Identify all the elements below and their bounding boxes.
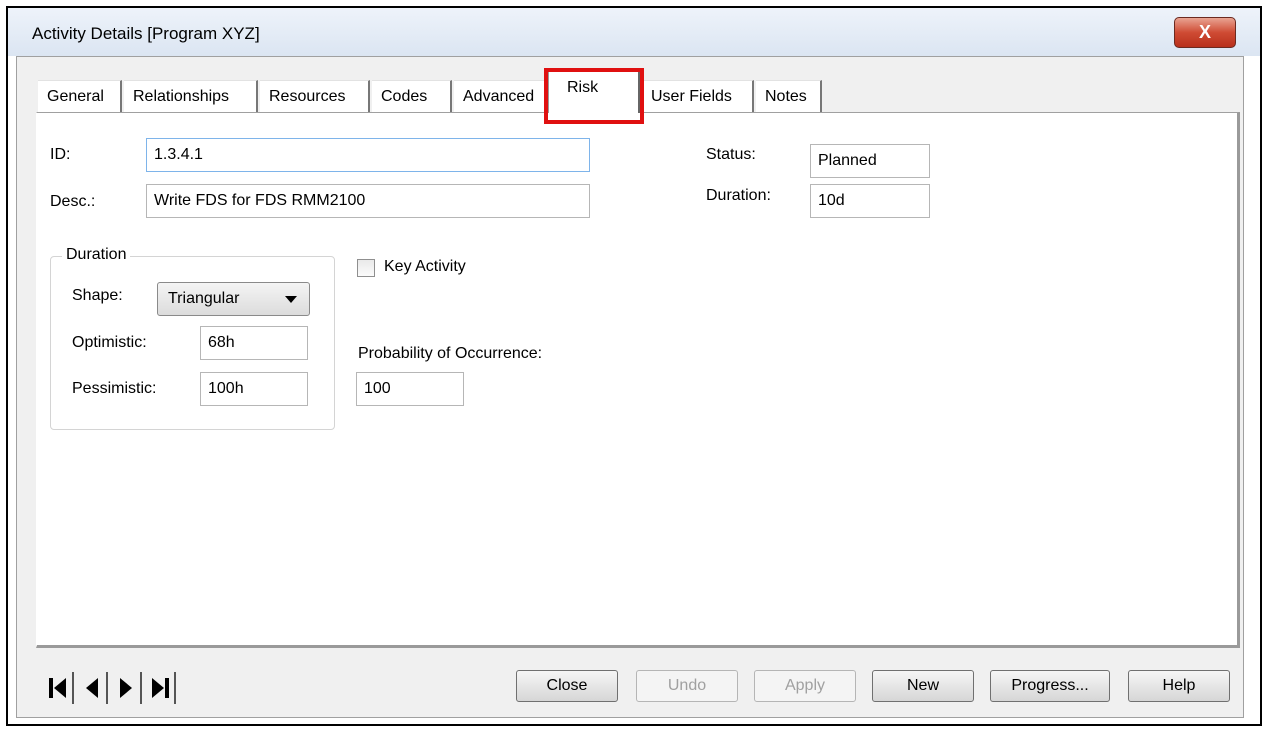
shape-dropdown[interactable]: Triangular: [157, 282, 310, 316]
status-label: Status:: [706, 146, 756, 163]
risk-tab-highlight: [544, 68, 644, 124]
shape-label: Shape:: [72, 287, 123, 304]
tab-user-fields[interactable]: User Fields: [642, 80, 754, 112]
tab-relationships[interactable]: Relationships: [124, 80, 258, 112]
id-field[interactable]: 1.3.4.1: [146, 138, 590, 172]
last-record-icon[interactable]: [142, 672, 176, 704]
probability-field[interactable]: 100: [356, 372, 464, 406]
first-record-icon[interactable]: [40, 672, 74, 704]
next-record-icon[interactable]: [108, 672, 142, 704]
pessimistic-field[interactable]: 100h: [200, 372, 308, 406]
desc-label: Desc.:: [50, 193, 96, 210]
chevron-down-icon: [285, 296, 297, 303]
previous-record-icon[interactable]: [74, 672, 108, 704]
window-title: Activity Details [Program XYZ]: [32, 24, 260, 43]
shape-dropdown-value: Triangular: [168, 290, 240, 307]
key-activity-checkbox[interactable]: [357, 259, 375, 277]
tab-advanced[interactable]: Advanced: [454, 80, 550, 112]
tab-notes[interactable]: Notes: [756, 80, 822, 112]
duration-group-legend: Duration: [62, 246, 131, 264]
tab-resources[interactable]: Resources: [260, 80, 370, 112]
title-bar: Activity Details [Program XYZ] X: [8, 8, 1260, 56]
tab-general[interactable]: General: [38, 80, 122, 112]
status-field: Planned: [810, 144, 930, 178]
pessimistic-label: Pessimistic:: [72, 380, 157, 397]
new-button[interactable]: New: [872, 670, 974, 702]
duration-label: Duration:: [706, 187, 771, 204]
id-label: ID:: [50, 146, 71, 163]
tab-codes[interactable]: Codes: [372, 80, 452, 112]
apply-button[interactable]: Apply: [754, 670, 856, 702]
optimistic-field[interactable]: 68h: [200, 326, 308, 360]
desc-field[interactable]: Write FDS for FDS RMM2100: [146, 184, 590, 218]
progress-button[interactable]: Progress...: [990, 670, 1110, 702]
help-button[interactable]: Help: [1128, 670, 1230, 702]
probability-label: Probability of Occurrence:: [358, 345, 543, 362]
optimistic-label: Optimistic:: [72, 334, 147, 351]
undo-button[interactable]: Undo: [636, 670, 738, 702]
duration-field: 10d: [810, 184, 930, 218]
window-close-button[interactable]: X: [1174, 17, 1236, 48]
close-button[interactable]: Close: [516, 670, 618, 702]
key-activity-label: Key Activity: [384, 258, 466, 275]
